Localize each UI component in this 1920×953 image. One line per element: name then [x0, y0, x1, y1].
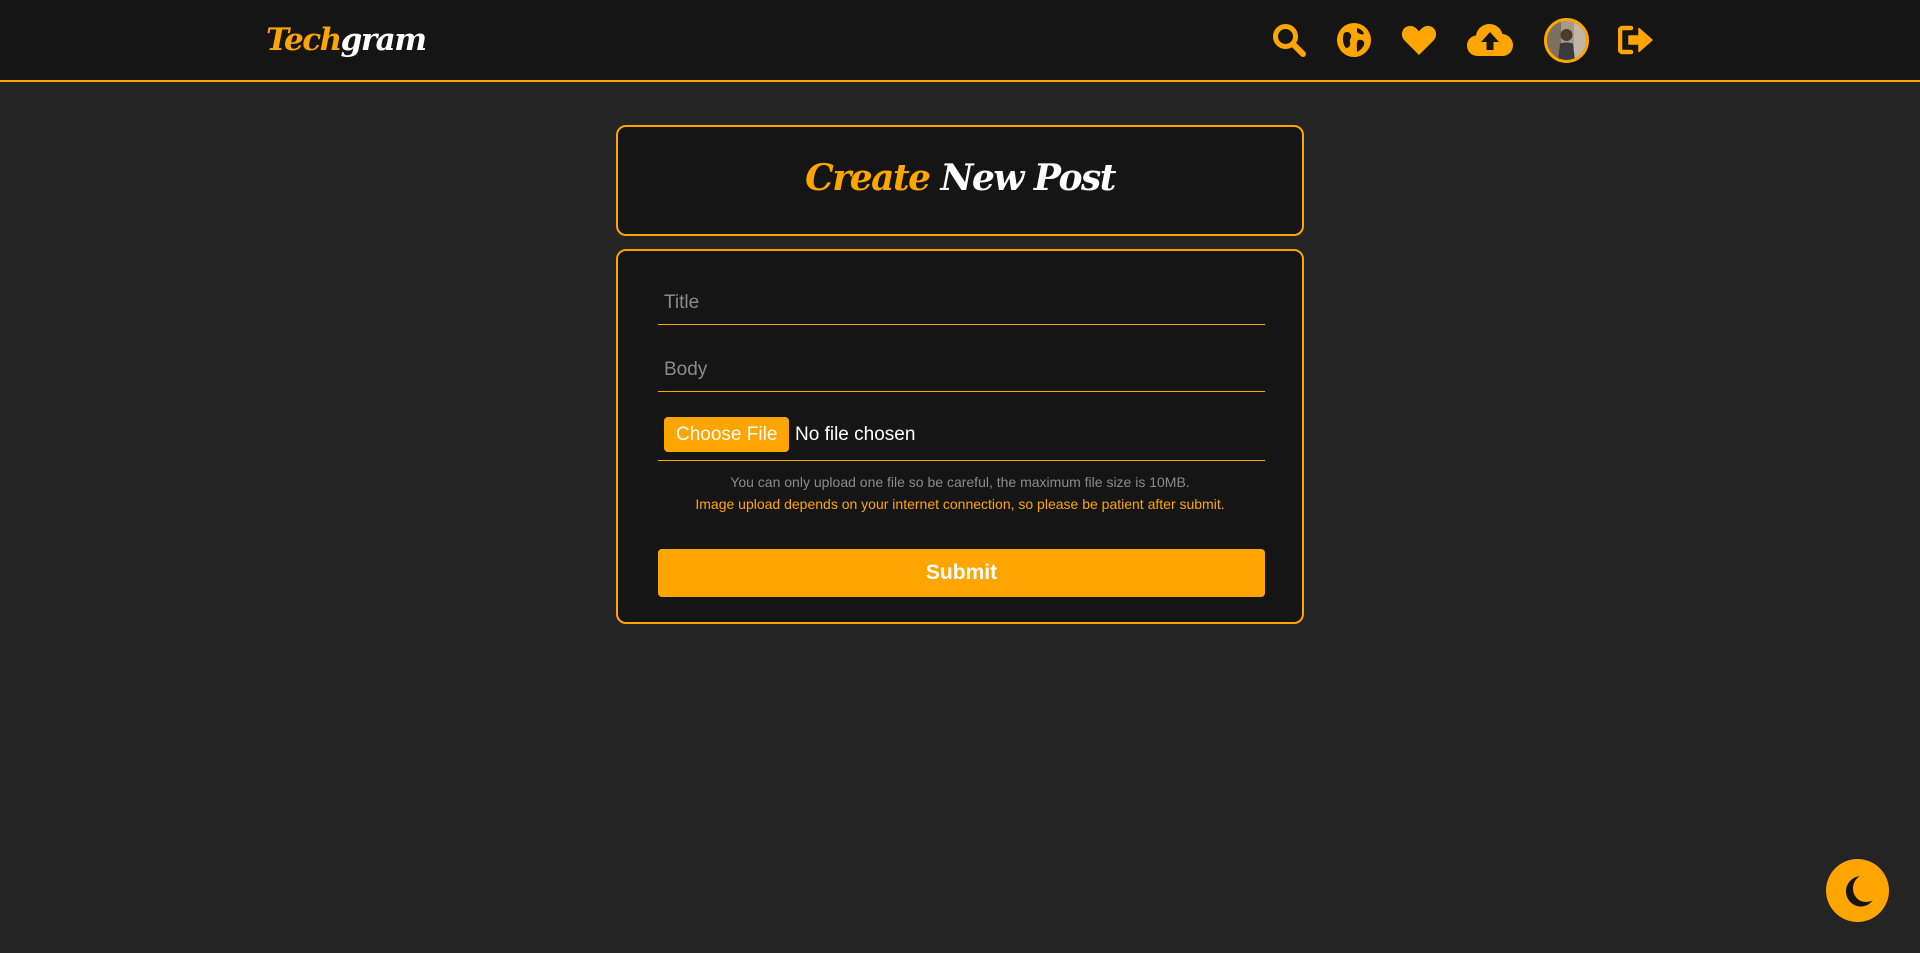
title-input[interactable] — [658, 281, 1265, 324]
heart-icon[interactable] — [1400, 18, 1438, 62]
logo-part-tech: Tech — [266, 22, 342, 58]
file-upload-field: Choose File No file chosen — [658, 415, 1265, 461]
moon-icon — [1845, 875, 1872, 906]
theme-toggle-button[interactable] — [1826, 859, 1889, 922]
create-post-form: Choose File No file chosen You can only … — [616, 249, 1304, 624]
logo-part-gram: gram — [340, 22, 427, 58]
choose-file-button[interactable]: Choose File — [664, 417, 790, 452]
body-field-wrapper — [658, 348, 1265, 392]
avatar[interactable] — [1544, 18, 1589, 63]
file-status-text: No file chosen — [795, 424, 916, 445]
page-title-create: Create — [805, 157, 931, 199]
page-title-new-post: New Post — [940, 157, 1117, 199]
submit-button[interactable]: Submit — [658, 549, 1265, 597]
page-title-card: Create New Post — [616, 125, 1304, 236]
app-logo[interactable]: Techgram — [266, 18, 427, 62]
page-title: Create New Post — [618, 153, 1302, 203]
top-navbar: Techgram — [0, 0, 1920, 82]
globe-icon[interactable] — [1335, 18, 1373, 62]
body-input[interactable] — [658, 348, 1265, 391]
upload-limit-note: You can only upload one file so be caref… — [730, 474, 1190, 490]
upload-patience-note: Image upload depends on your internet co… — [695, 496, 1225, 512]
title-field-wrapper — [658, 281, 1265, 325]
logout-icon[interactable] — [1617, 18, 1655, 62]
cloud-upload-icon[interactable] — [1467, 18, 1513, 62]
search-icon[interactable] — [1270, 18, 1308, 62]
